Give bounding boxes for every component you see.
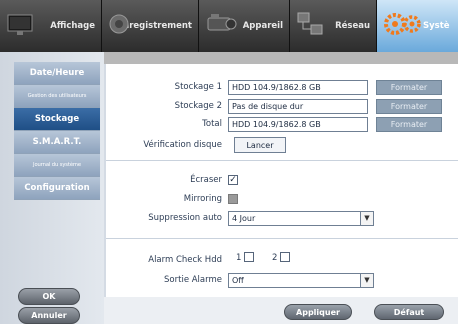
tab-affichage[interactable]: Affichage xyxy=(0,0,102,52)
default-button[interactable]: Défaut xyxy=(374,304,444,320)
disk-check-label: Vérification disque xyxy=(143,140,222,150)
cancel-button[interactable]: Annuler xyxy=(18,307,80,324)
sidebar-menu: Date/Heure Gestion des utilisateurs Stoc… xyxy=(14,62,100,200)
auto-delete-select[interactable]: 4 Jour ▼ xyxy=(228,211,374,226)
apply-button[interactable]: Appliquer xyxy=(284,304,352,320)
network-icon xyxy=(297,12,323,35)
overwrite-label: Écraser xyxy=(190,175,222,185)
alarm-check-1-label: 1 xyxy=(236,253,242,263)
storage-panel: Stockage 1 HDD 104.9/1862.8 GB Formater … xyxy=(104,64,458,297)
tab-label: Affichage xyxy=(50,21,95,31)
format-storage-2-button[interactable]: Formater xyxy=(376,99,442,114)
storage-1-value: HDD 104.9/1862.8 GB xyxy=(228,80,368,95)
top-tab-bar: Affichage Enregistrement Appareil Réseau xyxy=(0,0,458,52)
sidebar-item-date-heure[interactable]: Date/Heure xyxy=(14,62,100,85)
footer-bar: Appliquer Défaut xyxy=(104,297,458,324)
tab-label: Systè xyxy=(423,21,450,31)
total-value: HDD 104.9/1862.8 GB xyxy=(228,117,368,132)
format-total-button[interactable]: Formater xyxy=(376,117,442,132)
auto-delete-label: Suppression auto xyxy=(148,213,222,223)
sidebar-item-smart[interactable]: S.M.A.R.T. xyxy=(14,131,100,154)
record-icon xyxy=(109,14,129,34)
alarm-output-select[interactable]: Off ▼ xyxy=(228,273,374,288)
alarm-check-hdd-label: Alarm Check Hdd xyxy=(148,255,222,265)
auto-delete-value: 4 Jour xyxy=(232,214,256,223)
tab-reseau[interactable]: Réseau xyxy=(290,0,377,52)
overwrite-checkbox[interactable]: ✓ xyxy=(228,175,238,185)
disk-check-button[interactable]: Lancer xyxy=(234,137,286,153)
alarm-output-value: Off xyxy=(232,276,244,285)
chevron-down-icon: ▼ xyxy=(360,212,373,225)
sidebar-item-configuration[interactable]: Configuration xyxy=(14,177,100,200)
total-label: Total xyxy=(202,119,222,129)
chevron-down-icon: ▼ xyxy=(360,274,373,287)
storage-2-label: Stockage 2 xyxy=(174,101,222,111)
tab-appareil[interactable]: Appareil xyxy=(199,0,290,52)
tab-enregistrement[interactable]: Enregistrement xyxy=(102,0,199,52)
mirroring-label: Mirroring xyxy=(183,194,222,204)
alarm-check-2-label: 2 xyxy=(272,253,278,263)
sidebar-item-journal[interactable]: Journal du système xyxy=(14,154,100,177)
alarm-check-2-checkbox[interactable] xyxy=(280,252,290,262)
monitor-icon xyxy=(7,14,33,35)
gears-icon xyxy=(384,13,421,35)
alarm-check-1-checkbox[interactable] xyxy=(244,252,254,262)
divider xyxy=(106,160,458,161)
mirroring-checkbox xyxy=(228,194,238,204)
alarm-output-label: Sortie Alarme xyxy=(164,275,222,285)
sidebar-item-utilisateurs[interactable]: Gestion des utilisateurs xyxy=(14,85,100,108)
tab-label: Appareil xyxy=(242,21,283,31)
tab-systeme[interactable]: Systè xyxy=(377,0,458,52)
sidebar-item-stockage[interactable]: Stockage xyxy=(14,108,100,131)
camera-icon xyxy=(207,14,237,31)
tab-label: Réseau xyxy=(335,21,370,31)
storage-1-label: Stockage 1 xyxy=(174,82,222,92)
ok-button[interactable]: OK xyxy=(18,288,80,305)
divider xyxy=(106,238,458,239)
format-storage-1-button[interactable]: Formater xyxy=(376,80,442,95)
sidebar: Date/Heure Gestion des utilisateurs Stoc… xyxy=(0,52,104,324)
storage-2-value: Pas de disque dur xyxy=(228,99,368,114)
